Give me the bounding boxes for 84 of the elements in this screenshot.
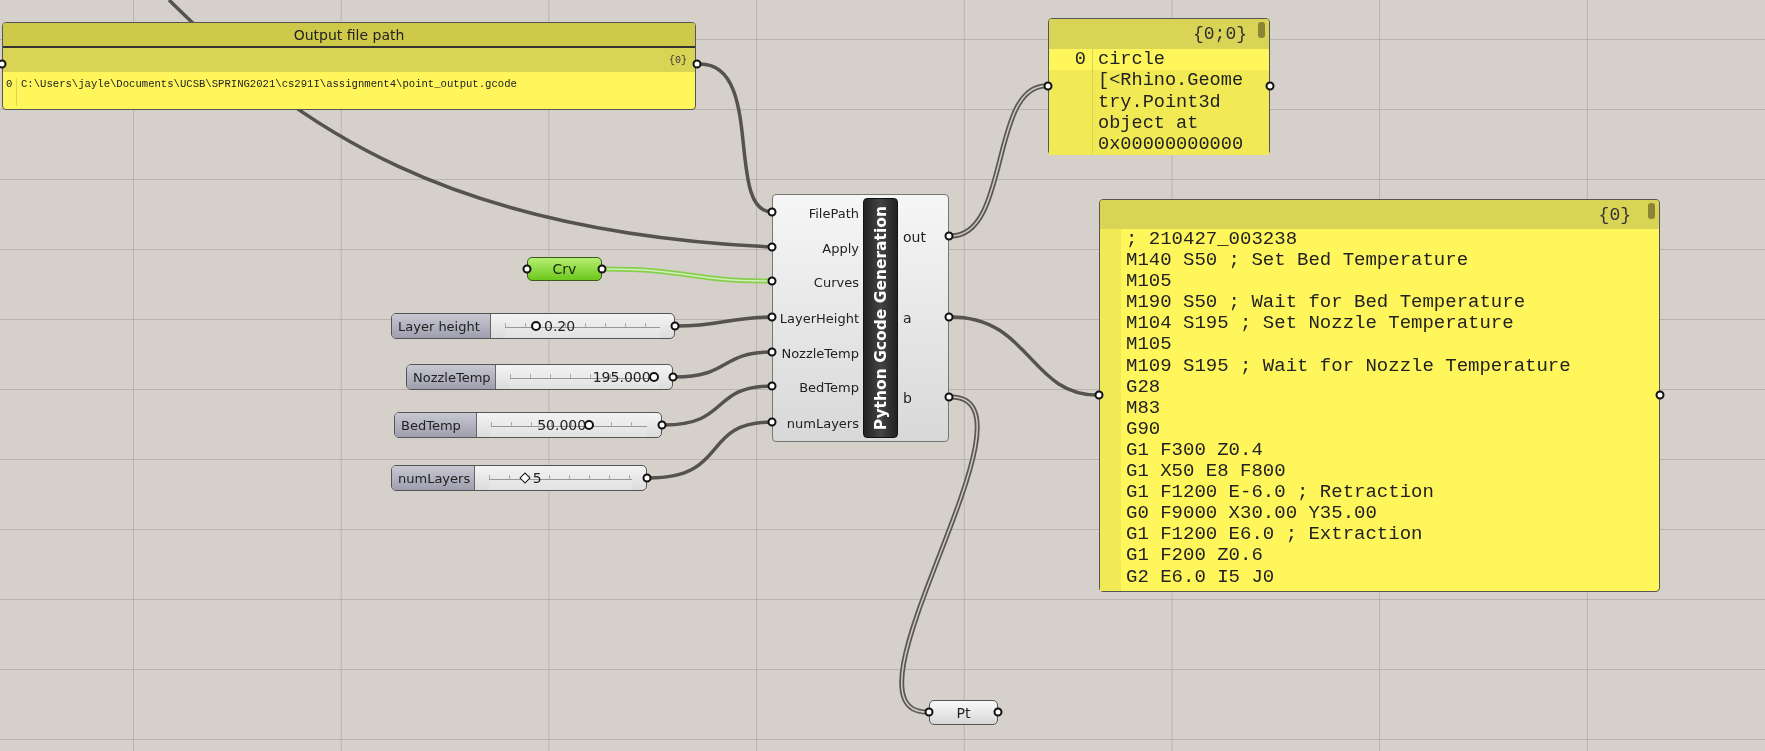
data-path: {0}: [669, 54, 687, 66]
connector-grip[interactable]: [767, 381, 777, 391]
connector-grip[interactable]: [767, 347, 777, 357]
connector-grip[interactable]: [0, 59, 7, 69]
gcode-line: ; 210427_003238: [1126, 229, 1299, 251]
connector-grip[interactable]: [597, 264, 607, 274]
gcode-line: G28: [1126, 376, 1162, 398]
component-name-bar: Python Gcode Generation: [863, 198, 898, 438]
number-slider[interactable]: NozzleTemp 195.000: [406, 364, 673, 390]
gcode-line: G0 F9000 X30.00 Y35.00: [1126, 503, 1378, 525]
gcode-line: G1 F200 Z0.6: [1126, 545, 1264, 567]
input-label: LayerHeight: [779, 310, 859, 326]
input-label: Apply: [822, 240, 859, 256]
connector-grip[interactable]: [1655, 390, 1665, 400]
connector-grip[interactable]: [642, 473, 652, 483]
connector-grip[interactable]: [924, 707, 934, 717]
file-path-text: C:\Users\jayle\Documents\UCSB\SPRING2021\cs291I\assignment4\point_output.gcode: [20, 78, 517, 92]
connector-grip[interactable]: [657, 420, 667, 430]
connector-grip[interactable]: [522, 264, 532, 274]
data-path: {0;0}: [1193, 24, 1247, 44]
gcode-line: G2 E6.0 I5 J0: [1126, 566, 1276, 588]
slider-value: 5: [532, 470, 542, 486]
connector-grip[interactable]: [767, 312, 777, 322]
gcode-line: G1 F300 Z0.4: [1126, 439, 1264, 462]
connector-grip[interactable]: [944, 231, 954, 241]
gcode-line: M109 S195 ; Wait for Nozzle Temperature: [1126, 355, 1572, 377]
slider-thumb[interactable]: [531, 321, 541, 331]
output-label: b: [903, 390, 912, 406]
number-slider[interactable]: BedTemp 50.000: [394, 412, 662, 438]
gcode-line: M105: [1126, 334, 1173, 356]
panel-text: object at: [1097, 112, 1199, 134]
input-label: numLayers: [786, 415, 859, 431]
slider-label: NozzleTemp: [407, 365, 496, 389]
connector-grip[interactable]: [668, 372, 678, 382]
connector-grip[interactable]: [993, 707, 1003, 717]
panel-text: 0x00000000000: [1097, 134, 1244, 156]
connector-grip[interactable]: [1094, 390, 1104, 400]
slider-label: numLayers: [392, 466, 475, 490]
gcode-line: G1 X50 E8 F800: [1126, 461, 1287, 483]
gcode-line: M105: [1126, 271, 1173, 293]
connector-grip[interactable]: [944, 392, 954, 402]
slider-label: BedTemp: [395, 413, 477, 437]
slider-thumb[interactable]: [584, 420, 595, 430]
number-slider[interactable]: numLayers 5: [391, 465, 647, 491]
slider-value: 0.20: [544, 318, 576, 334]
input-label: NozzleTemp: [781, 345, 859, 361]
connector-grip[interactable]: [1043, 81, 1053, 91]
gcode-line: G90: [1126, 418, 1162, 440]
data-path: {0}: [1598, 204, 1631, 225]
connector-grip[interactable]: [767, 207, 777, 217]
point-parameter[interactable]: Pt: [929, 700, 998, 725]
connector-grip[interactable]: [767, 242, 777, 252]
panel-title: Output file path: [293, 26, 405, 43]
slider-label: Layer height: [392, 314, 491, 338]
number-slider[interactable]: Layer height 0.20: [391, 313, 675, 339]
scrollbar-thumb[interactable]: [1258, 22, 1265, 38]
gcode-line: G1 F1200 E6.0 ; Extraction: [1126, 524, 1424, 546]
slider-thumb[interactable]: [648, 372, 659, 382]
connector-grip[interactable]: [692, 59, 702, 69]
connector-grip[interactable]: [944, 312, 954, 322]
connector-grip[interactable]: [1265, 81, 1275, 91]
connector-grip[interactable]: [767, 276, 777, 286]
input-label: BedTemp: [799, 379, 859, 395]
output-label: a: [903, 310, 912, 326]
gcode-line: M104 S195 ; Set Nozzle Temperature: [1126, 313, 1515, 335]
connector-grip[interactable]: [670, 321, 680, 331]
gcode-line: M190 S50 ; Wait for Bed Temperature: [1126, 292, 1527, 314]
panel-text: circle: [1097, 49, 1165, 71]
panel-text: [<Rhino.Geome: [1097, 70, 1244, 92]
slider-value: 195.000: [592, 369, 651, 385]
input-label: Curves: [813, 274, 859, 290]
gcode-line: M140 S50 ; Set Bed Temperature: [1126, 250, 1470, 272]
item-index: 0: [3, 78, 17, 106]
item-index: 0: [1074, 49, 1086, 70]
input-label: FilePath: [808, 205, 859, 221]
slider-thumb[interactable]: [519, 472, 531, 484]
scrollbar-thumb[interactable]: [1648, 203, 1655, 219]
connector-grip[interactable]: [767, 417, 777, 427]
slider-value: 50.000: [537, 417, 587, 433]
output-label: out: [903, 229, 926, 245]
gcode-line: M83: [1126, 397, 1162, 419]
curve-parameter[interactable]: Crv: [527, 257, 602, 281]
panel-text: try.Point3d: [1097, 91, 1221, 113]
gcode-line: G1 F1200 E-6.0 ; Retraction: [1126, 482, 1435, 504]
